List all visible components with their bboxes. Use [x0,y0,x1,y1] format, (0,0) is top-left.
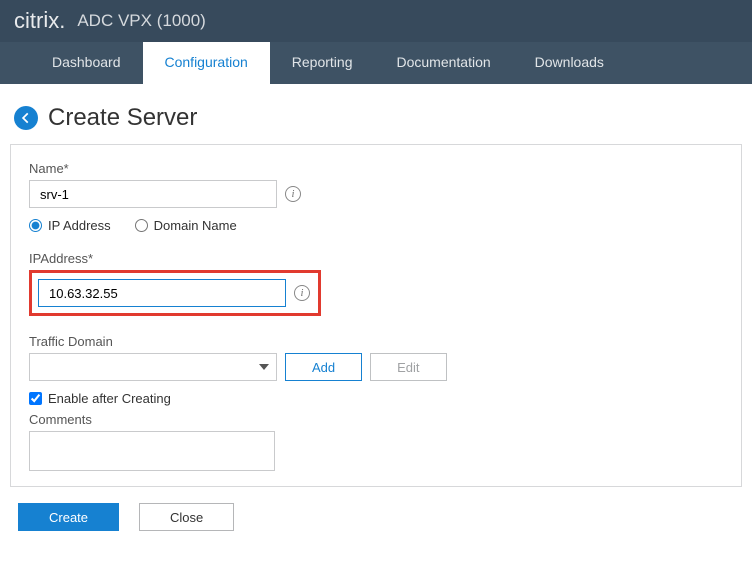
radio-domain-name-label: Domain Name [154,218,237,233]
page-title-row: Create Server [0,84,752,144]
back-button[interactable] [14,106,38,130]
app-header: citrix. ADC VPX (1000) [0,0,752,42]
comments-label: Comments [29,412,723,427]
info-icon[interactable]: i [294,285,310,301]
radio-ip-address-label: IP Address [48,218,111,233]
radio-domain-name[interactable]: Domain Name [135,218,237,233]
comments-textarea[interactable] [29,431,275,471]
edit-button: Edit [370,353,446,381]
page-title: Create Server [48,104,197,132]
tab-configuration[interactable]: Configuration [143,42,270,84]
footer-actions: Create Close [10,503,752,531]
create-button[interactable]: Create [18,503,119,531]
ipaddress-input[interactable] [38,279,286,307]
citrix-logo: citrix. [14,8,65,34]
product-name: ADC VPX (1000) [77,11,206,31]
enable-after-creating-label: Enable after Creating [48,391,171,406]
main-tabs: Dashboard Configuration Reporting Docume… [0,42,752,84]
name-label: Name* [29,161,723,176]
tab-dashboard[interactable]: Dashboard [30,42,143,84]
radio-domain-name-input[interactable] [135,219,148,232]
name-input[interactable] [29,180,277,208]
info-icon[interactable]: i [285,186,301,202]
traffic-domain-select[interactable] [29,353,277,381]
traffic-domain-label: Traffic Domain [29,334,723,349]
radio-ip-address-input[interactable] [29,219,42,232]
radio-ip-address[interactable]: IP Address [29,218,111,233]
enable-after-creating-checkbox[interactable] [29,392,42,405]
ipaddress-highlight: i [29,270,321,316]
tab-downloads[interactable]: Downloads [513,42,626,84]
tab-reporting[interactable]: Reporting [270,42,375,84]
ipaddress-label: IPAddress* [29,251,723,266]
close-button[interactable]: Close [139,503,234,531]
add-button[interactable]: Add [285,353,362,381]
form-panel: Name* i IP Address Domain Name IPAddress… [10,144,742,487]
tab-documentation[interactable]: Documentation [374,42,512,84]
